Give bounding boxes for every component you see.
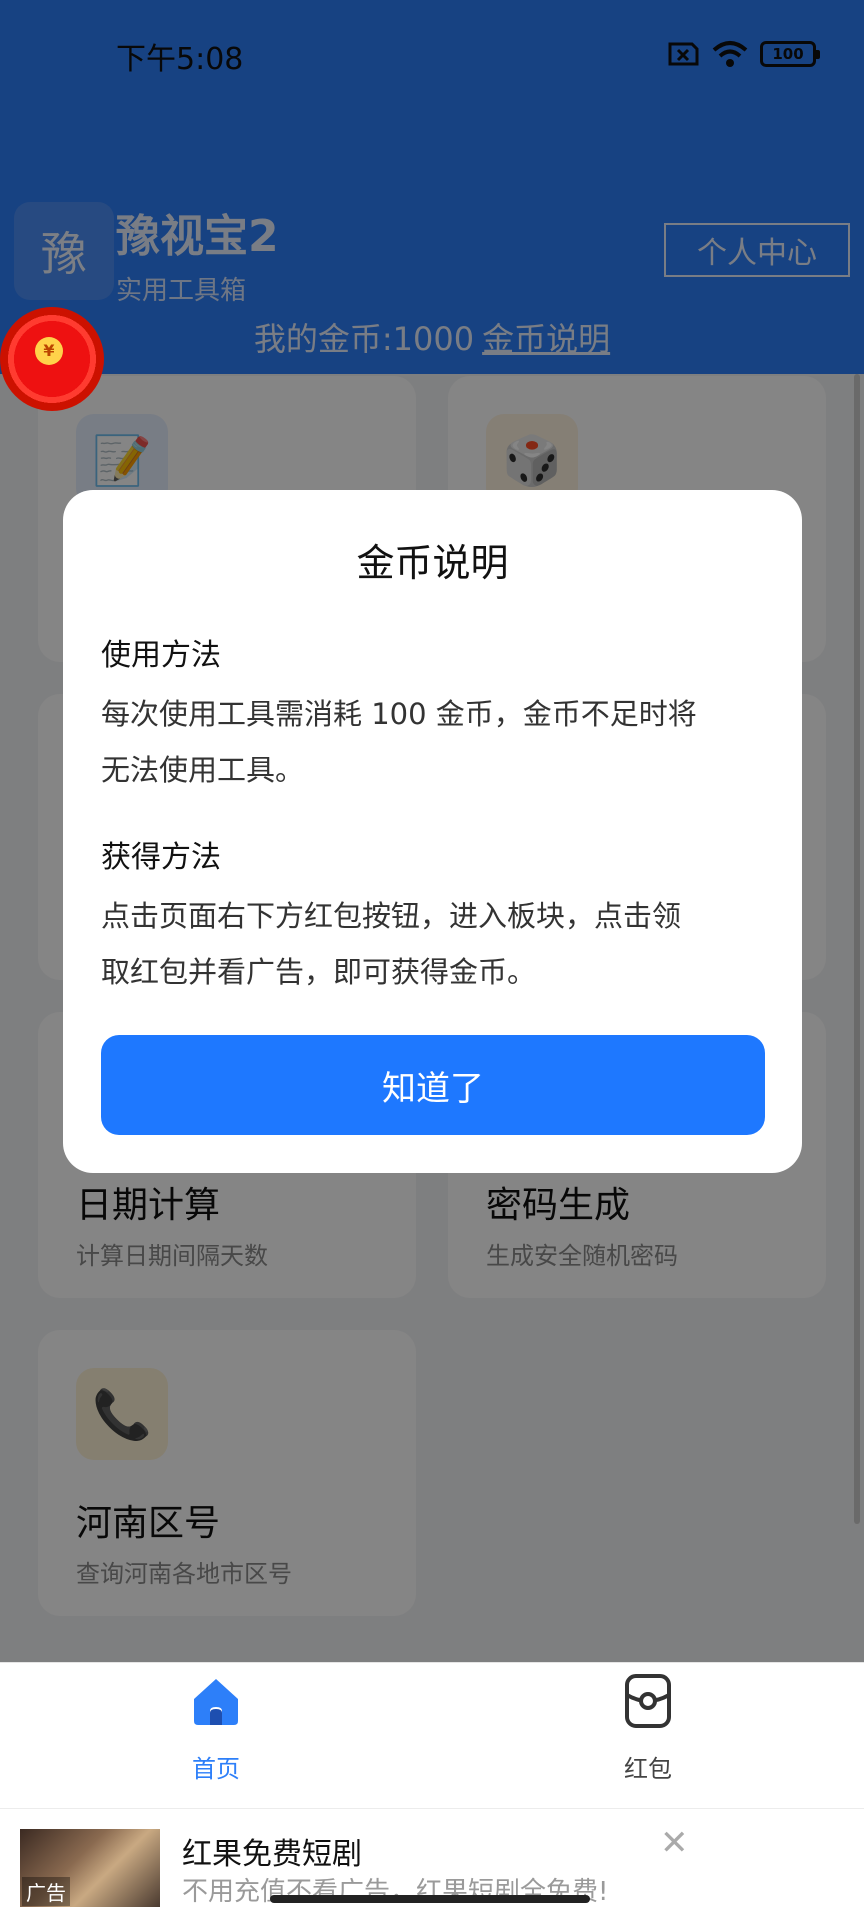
red-packet-float-button[interactable]: ¥ <box>0 307 104 411</box>
nav-redpacket-label: 红包 <box>624 1755 672 1783</box>
red-packet-icon <box>625 1674 671 1728</box>
got-it-button[interactable]: 知道了 <box>101 1035 765 1135</box>
bottom-nav: 首页 红包 <box>0 1662 864 1808</box>
nav-home[interactable]: 首页 <box>116 1663 316 1808</box>
ad-title: 红果免费短剧 <box>182 1837 362 1872</box>
home-icon <box>194 1679 238 1725</box>
earn-text-line: 取红包并看广告，即可获得金币。 <box>101 955 537 989</box>
close-icon[interactable]: ✕ <box>660 1823 689 1863</box>
earn-text: 点击页面右下方红包按钮，进入板块，点击领 取红包并看广告，即可获得金币。 <box>101 888 771 1000</box>
ad-tag: 广告 <box>22 1877 70 1906</box>
dialog-title: 金币说明 <box>356 541 509 585</box>
ad-banner[interactable]: 广告 红果免费短剧 不用充值不看广告，红果短剧全免费! ✕ <box>0 1808 864 1921</box>
usage-text-line: 无法使用工具。 <box>101 753 305 787</box>
coin-info-dialog: 金币说明 使用方法 每次使用工具需消耗 100 金币，金币不足时将 无法使用工具… <box>63 490 802 1173</box>
usage-text: 每次使用工具需消耗 100 金币，金币不足时将 无法使用工具。 <box>101 686 771 798</box>
usage-heading: 使用方法 <box>101 638 221 673</box>
home-indicator[interactable] <box>270 1895 590 1903</box>
earn-heading: 获得方法 <box>101 840 221 875</box>
earn-text-line: 点击页面右下方红包按钮，进入板块，点击领 <box>101 899 682 933</box>
scrollbar[interactable] <box>854 374 860 1524</box>
nav-redpacket[interactable]: 红包 <box>548 1663 748 1808</box>
yuan-coin-icon: ¥ <box>35 337 63 365</box>
usage-text-line: 每次使用工具需消耗 100 金币，金币不足时将 <box>101 697 697 731</box>
nav-home-label: 首页 <box>192 1755 240 1783</box>
